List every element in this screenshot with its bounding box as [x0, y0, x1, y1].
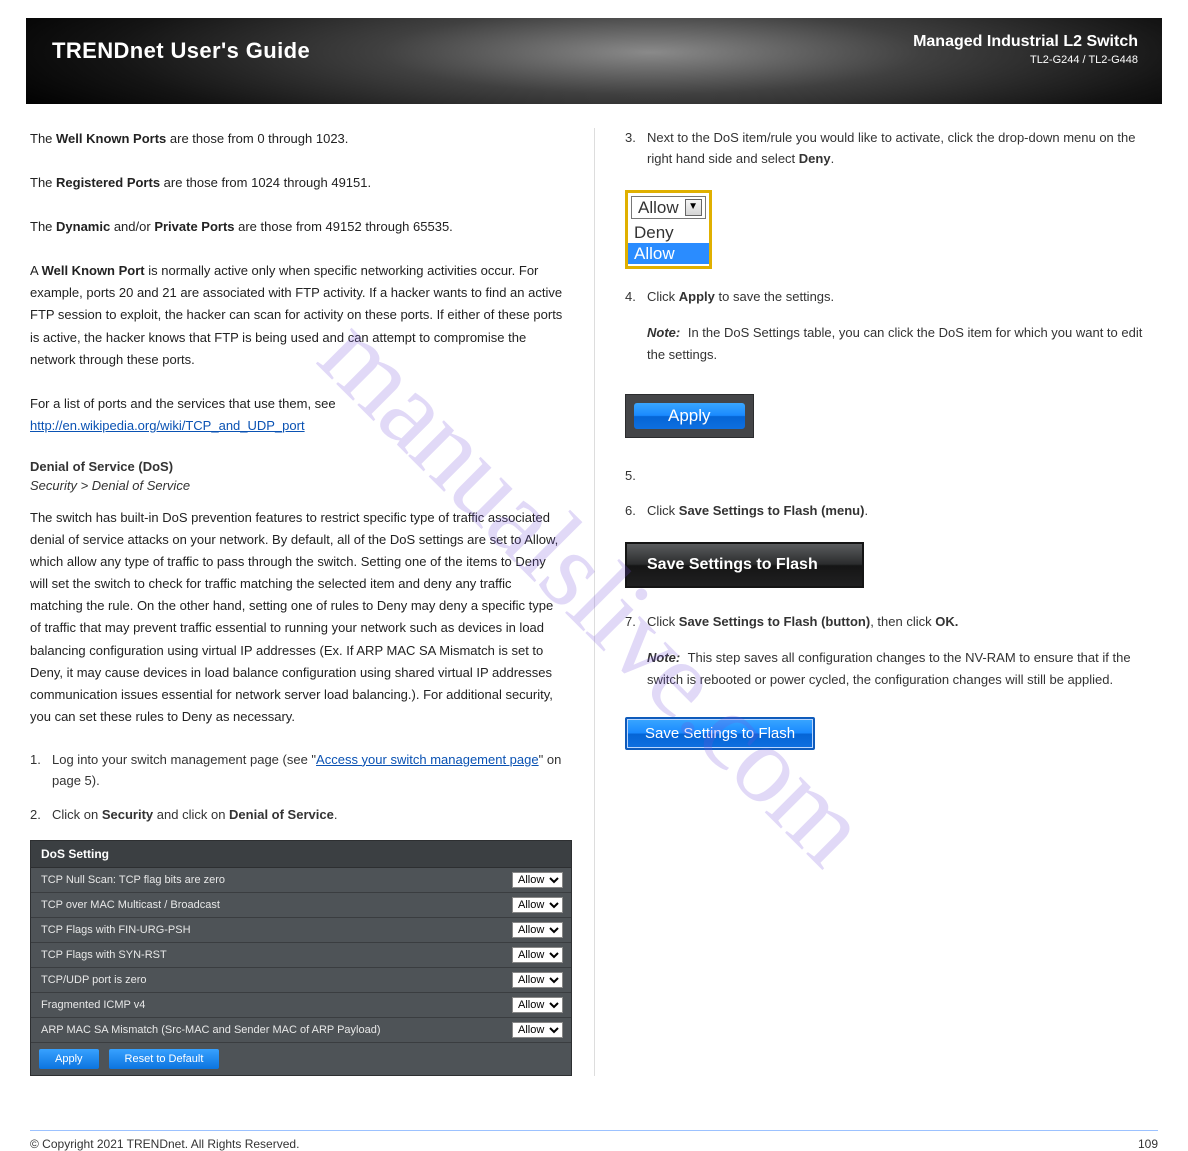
dos-row-label: Fragmented ICMP v4	[41, 999, 145, 1011]
dos-row-select[interactable]: AllowDeny	[512, 922, 563, 938]
right-step-3: 3. Next to the DoS item/rule you would l…	[625, 128, 1158, 170]
table-row: TCP Flags with FIN-URG-PSH AllowDeny	[31, 918, 571, 943]
right-step-7: 7. Click Save Settings to Flash (button)…	[625, 612, 1158, 633]
dos-row-select[interactable]: AllowDeny	[512, 1022, 563, 1038]
copyright: © Copyright 2021 TRENDnet. All Rights Re…	[30, 1137, 299, 1151]
right-step-5: 5.	[625, 466, 1158, 487]
left-step-1: 1. Log into your switch management page …	[30, 750, 564, 792]
dos-description: The switch has built-in DoS prevention f…	[30, 507, 564, 728]
page-number: 109	[1138, 1137, 1158, 1151]
dropdown-closed[interactable]: Allow ▼	[631, 196, 706, 219]
chevron-down-icon: ▼	[685, 199, 702, 216]
dropdown-option-deny[interactable]: Deny	[634, 223, 674, 242]
dos-row-label: TCP Null Scan: TCP flag bits are zero	[41, 874, 225, 886]
table-row: Fragmented ICMP v4 AllowDeny	[31, 993, 571, 1018]
ports-registered: The Registered Ports are those from 1024…	[30, 172, 564, 194]
model-block: Managed Industrial L2 Switch TL2-G244 / …	[913, 32, 1138, 67]
wiki-para: For a list of ports and the services tha…	[30, 393, 564, 437]
apply-button-illustration: Apply	[625, 394, 754, 438]
apply-button[interactable]: Apply	[634, 403, 745, 429]
dropdown-option-allow[interactable]: Allow	[628, 243, 709, 264]
save-settings-button-illustration[interactable]: Save Settings to Flash	[625, 717, 815, 750]
left-step-2: 2. Click on Security and click on Denial…	[30, 805, 564, 826]
table-row: TCP Flags with SYN-RST AllowDeny	[31, 943, 571, 968]
right-step-6: 6. Click Save Settings to Flash (menu).	[625, 501, 1158, 522]
dos-row-select[interactable]: AllowDeny	[512, 872, 563, 888]
dos-row-label: TCP over MAC Multicast / Broadcast	[41, 899, 220, 911]
dos-row-select[interactable]: AllowDeny	[512, 997, 563, 1013]
table-row: TCP Null Scan: TCP flag bits are zero Al…	[31, 868, 571, 893]
table-row: ARP MAC SA Mismatch (Src-MAC and Sender …	[31, 1018, 571, 1043]
dos-apply-button[interactable]: Apply	[39, 1049, 99, 1069]
table-row: TCP/UDP port is zero AllowDeny	[31, 968, 571, 993]
right-note-1: Note: In the DoS Settings table, you can…	[647, 322, 1158, 366]
dos-row-label: TCP Flags with SYN-RST	[41, 949, 167, 961]
left-column: The Well Known Ports are those from 0 th…	[30, 128, 594, 1076]
dos-row-select[interactable]: AllowDeny	[512, 947, 563, 963]
page-footer: © Copyright 2021 TRENDnet. All Rights Re…	[30, 1130, 1158, 1151]
dos-reset-button[interactable]: Reset to Default	[109, 1049, 220, 1069]
dos-crumbs: Security > Denial of Service	[30, 478, 564, 493]
dos-row-label: TCP/UDP port is zero	[41, 974, 147, 986]
dos-settings-panel: DoS Setting TCP Null Scan: TCP flag bits…	[30, 840, 572, 1076]
guide-title: TRENDnet User's Guide	[52, 38, 310, 64]
access-switch-link[interactable]: Access your switch management page	[316, 752, 539, 767]
model-line2: TL2-G244 / TL2-G448	[913, 53, 1138, 67]
well-known-desc: A Well Known Port is normally active onl…	[30, 260, 564, 370]
dos-section-title: Denial of Service (DoS)	[30, 459, 564, 474]
dos-row-label: ARP MAC SA Mismatch (Src-MAC and Sender …	[41, 1024, 381, 1036]
wiki-link[interactable]: http://en.wikipedia.org/wiki/TCP_and_UDP…	[30, 418, 305, 433]
dos-row-select[interactable]: AllowDeny	[512, 897, 563, 913]
dos-row-label: TCP Flags with FIN-URG-PSH	[41, 924, 191, 936]
dos-row-select[interactable]: AllowDeny	[512, 972, 563, 988]
table-row: TCP over MAC Multicast / Broadcast Allow…	[31, 893, 571, 918]
right-column: 3. Next to the DoS item/rule you would l…	[594, 128, 1158, 1076]
ports-well-known: The Well Known Ports are those from 0 th…	[30, 128, 564, 150]
right-note-2: Note: This step saves all configuration …	[647, 647, 1158, 691]
allow-deny-dropdown-illustration: Allow ▼ Deny Allow	[625, 190, 712, 270]
ports-dynamic: The Dynamic and/or Private Ports are tho…	[30, 216, 564, 238]
right-step-4: 4. Click Apply to save the settings.	[625, 287, 1158, 308]
model-line1: Managed Industrial L2 Switch	[913, 32, 1138, 53]
save-settings-menu-illustration[interactable]: Save Settings to Flash	[625, 542, 864, 588]
dos-panel-header: DoS Setting	[31, 841, 571, 868]
header-banner: TRENDnet User's Guide Managed Industrial…	[26, 18, 1162, 104]
